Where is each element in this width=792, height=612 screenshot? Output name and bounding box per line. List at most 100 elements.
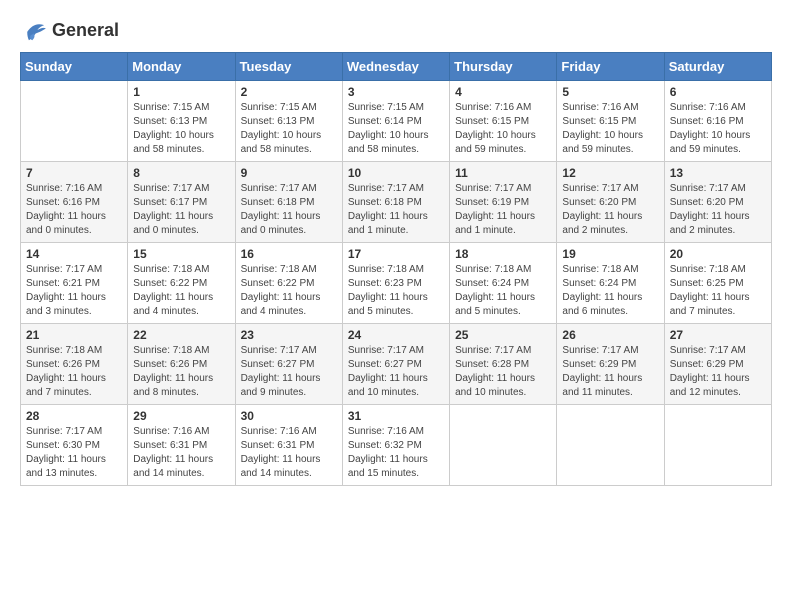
day-info: Sunrise: 7:17 AMSunset: 6:27 PMDaylight:… xyxy=(241,344,337,400)
day-info: Sunrise: 7:17 AMSunset: 6:21 PMDaylight:… xyxy=(26,263,122,319)
day-number: 19 xyxy=(562,247,658,261)
day-number: 1 xyxy=(133,85,229,99)
weekday-header: Friday xyxy=(557,53,664,81)
day-number: 22 xyxy=(133,328,229,342)
calendar-cell: 1 Sunrise: 7:15 AMSunset: 6:13 PMDaylight… xyxy=(128,81,235,162)
day-number: 10 xyxy=(348,166,444,180)
calendar-cell: 5 Sunrise: 7:16 AMSunset: 6:15 PMDaylight… xyxy=(557,81,664,162)
day-info: Sunrise: 7:18 AMSunset: 6:22 PMDaylight:… xyxy=(133,263,229,319)
weekday-header: Sunday xyxy=(21,53,128,81)
day-info: Sunrise: 7:16 AMSunset: 6:16 PMDaylight:… xyxy=(670,101,766,157)
day-info: Sunrise: 7:15 AMSunset: 6:13 PMDaylight:… xyxy=(133,101,229,157)
day-number: 31 xyxy=(348,409,444,423)
day-info: Sunrise: 7:18 AMSunset: 6:24 PMDaylight:… xyxy=(455,263,551,319)
calendar-cell: 25 Sunrise: 7:17 AMSunset: 6:28 PMDayligh… xyxy=(450,324,557,405)
calendar-cell: 29 Sunrise: 7:16 AMSunset: 6:31 PMDayligh… xyxy=(128,405,235,486)
calendar-cell xyxy=(450,405,557,486)
day-number: 21 xyxy=(26,328,122,342)
day-number: 9 xyxy=(241,166,337,180)
day-number: 12 xyxy=(562,166,658,180)
day-number: 15 xyxy=(133,247,229,261)
calendar-cell: 18 Sunrise: 7:18 AMSunset: 6:24 PMDayligh… xyxy=(450,243,557,324)
day-info: Sunrise: 7:17 AMSunset: 6:20 PMDaylight:… xyxy=(562,182,658,238)
day-number: 26 xyxy=(562,328,658,342)
calendar-week-row: 1 Sunrise: 7:15 AMSunset: 6:13 PMDaylight… xyxy=(21,81,772,162)
day-number: 3 xyxy=(348,85,444,99)
calendar-week-row: 7 Sunrise: 7:16 AMSunset: 6:16 PMDaylight… xyxy=(21,162,772,243)
calendar-cell: 8 Sunrise: 7:17 AMSunset: 6:17 PMDaylight… xyxy=(128,162,235,243)
day-info: Sunrise: 7:15 AMSunset: 6:14 PMDaylight:… xyxy=(348,101,444,157)
weekday-header: Thursday xyxy=(450,53,557,81)
logo: General xyxy=(20,20,119,42)
day-number: 28 xyxy=(26,409,122,423)
logo-text: General xyxy=(52,21,119,41)
calendar-header: SundayMondayTuesdayWednesdayThursdayFrid… xyxy=(21,53,772,81)
day-number: 8 xyxy=(133,166,229,180)
day-number: 16 xyxy=(241,247,337,261)
calendar-cell: 11 Sunrise: 7:17 AMSunset: 6:19 PMDayligh… xyxy=(450,162,557,243)
calendar-week-row: 28 Sunrise: 7:17 AMSunset: 6:30 PMDayligh… xyxy=(21,405,772,486)
day-info: Sunrise: 7:18 AMSunset: 6:26 PMDaylight:… xyxy=(26,344,122,400)
day-info: Sunrise: 7:17 AMSunset: 6:19 PMDaylight:… xyxy=(455,182,551,238)
calendar-cell: 14 Sunrise: 7:17 AMSunset: 6:21 PMDayligh… xyxy=(21,243,128,324)
calendar-cell: 31Sunrise: 7:16 AMSunset: 6:32 PMDayligh… xyxy=(342,405,449,486)
calendar-cell: 4Sunrise: 7:16 AMSunset: 6:15 PMDaylight… xyxy=(450,81,557,162)
day-number: 29 xyxy=(133,409,229,423)
calendar-cell: 16 Sunrise: 7:18 AMSunset: 6:22 PMDayligh… xyxy=(235,243,342,324)
day-info: Sunrise: 7:18 AMSunset: 6:23 PMDaylight:… xyxy=(348,263,444,319)
calendar-cell: 28 Sunrise: 7:17 AMSunset: 6:30 PMDayligh… xyxy=(21,405,128,486)
calendar-cell: 6 Sunrise: 7:16 AMSunset: 6:16 PMDaylight… xyxy=(664,81,771,162)
day-info: Sunrise: 7:17 AMSunset: 6:30 PMDaylight:… xyxy=(26,425,122,481)
calendar-cell: 23 Sunrise: 7:17 AMSunset: 6:27 PMDayligh… xyxy=(235,324,342,405)
day-info: Sunrise: 7:17 AMSunset: 6:17 PMDaylight:… xyxy=(133,182,229,238)
day-number: 27 xyxy=(670,328,766,342)
day-number: 6 xyxy=(670,85,766,99)
calendar-week-row: 14 Sunrise: 7:17 AMSunset: 6:21 PMDayligh… xyxy=(21,243,772,324)
day-number: 23 xyxy=(241,328,337,342)
calendar-cell: 9 Sunrise: 7:17 AMSunset: 6:18 PMDaylight… xyxy=(235,162,342,243)
day-info: Sunrise: 7:18 AMSunset: 6:26 PMDaylight:… xyxy=(133,344,229,400)
calendar-cell: 20Sunrise: 7:18 AMSunset: 6:25 PMDayligh… xyxy=(664,243,771,324)
day-info: Sunrise: 7:18 AMSunset: 6:22 PMDaylight:… xyxy=(241,263,337,319)
day-number: 24 xyxy=(348,328,444,342)
calendar-cell: 21 Sunrise: 7:18 AMSunset: 6:26 PMDayligh… xyxy=(21,324,128,405)
calendar-cell: 15 Sunrise: 7:18 AMSunset: 6:22 PMDayligh… xyxy=(128,243,235,324)
day-info: Sunrise: 7:17 AMSunset: 6:29 PMDaylight:… xyxy=(670,344,766,400)
weekday-header: Tuesday xyxy=(235,53,342,81)
day-info: Sunrise: 7:16 AMSunset: 6:15 PMDaylight:… xyxy=(562,101,658,157)
day-info: Sunrise: 7:17 AMSunset: 6:29 PMDaylight:… xyxy=(562,344,658,400)
weekday-header: Monday xyxy=(128,53,235,81)
calendar-cell: 22 Sunrise: 7:18 AMSunset: 6:26 PMDayligh… xyxy=(128,324,235,405)
day-info: Sunrise: 7:16 AMSunset: 6:16 PMDaylight:… xyxy=(26,182,122,238)
calendar-cell: 13 Sunrise: 7:17 AMSunset: 6:20 PMDayligh… xyxy=(664,162,771,243)
day-info: Sunrise: 7:15 AMSunset: 6:13 PMDaylight:… xyxy=(241,101,337,157)
day-number: 7 xyxy=(26,166,122,180)
day-info: Sunrise: 7:17 AMSunset: 6:18 PMDaylight:… xyxy=(241,182,337,238)
calendar-cell xyxy=(664,405,771,486)
day-info: Sunrise: 7:18 AMSunset: 6:25 PMDaylight:… xyxy=(670,263,766,319)
calendar-cell: 12 Sunrise: 7:17 AMSunset: 6:20 PMDayligh… xyxy=(557,162,664,243)
day-number: 18 xyxy=(455,247,551,261)
day-info: Sunrise: 7:18 AMSunset: 6:24 PMDaylight:… xyxy=(562,263,658,319)
weekday-header: Saturday xyxy=(664,53,771,81)
calendar-cell: 27 Sunrise: 7:17 AMSunset: 6:29 PMDayligh… xyxy=(664,324,771,405)
calendar-body: 1 Sunrise: 7:15 AMSunset: 6:13 PMDaylight… xyxy=(21,81,772,486)
day-number: 11 xyxy=(455,166,551,180)
weekday-header: Wednesday xyxy=(342,53,449,81)
calendar-cell: 3 Sunrise: 7:15 AMSunset: 6:14 PMDaylight… xyxy=(342,81,449,162)
day-number: 5 xyxy=(562,85,658,99)
day-info: Sunrise: 7:17 AMSunset: 6:28 PMDaylight:… xyxy=(455,344,551,400)
day-number: 25 xyxy=(455,328,551,342)
day-info: Sunrise: 7:17 AMSunset: 6:20 PMDaylight:… xyxy=(670,182,766,238)
day-number: 14 xyxy=(26,247,122,261)
day-info: Sunrise: 7:16 AMSunset: 6:15 PMDaylight:… xyxy=(455,101,551,157)
calendar-cell: 7 Sunrise: 7:16 AMSunset: 6:16 PMDaylight… xyxy=(21,162,128,243)
calendar-cell: 17 Sunrise: 7:18 AMSunset: 6:23 PMDayligh… xyxy=(342,243,449,324)
calendar-week-row: 21 Sunrise: 7:18 AMSunset: 6:26 PMDayligh… xyxy=(21,324,772,405)
calendar-cell: 10Sunrise: 7:17 AMSunset: 6:18 PMDayligh… xyxy=(342,162,449,243)
day-info: Sunrise: 7:16 AMSunset: 6:31 PMDaylight:… xyxy=(133,425,229,481)
day-number: 2 xyxy=(241,85,337,99)
day-number: 17 xyxy=(348,247,444,261)
day-number: 13 xyxy=(670,166,766,180)
calendar-cell: 26 Sunrise: 7:17 AMSunset: 6:29 PMDayligh… xyxy=(557,324,664,405)
